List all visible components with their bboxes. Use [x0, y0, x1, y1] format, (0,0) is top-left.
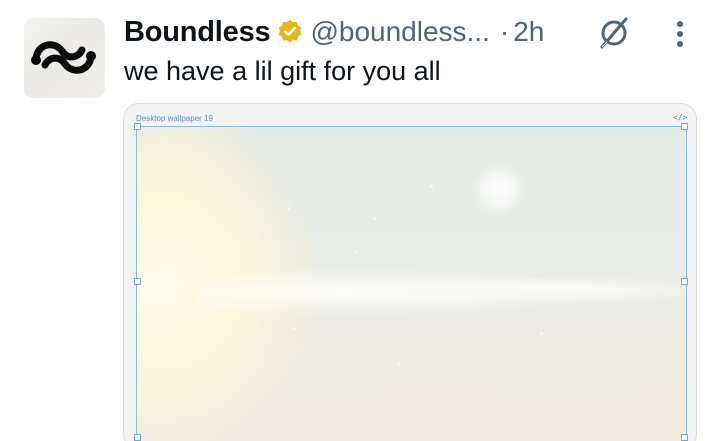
sparkle	[373, 217, 376, 220]
grok-icon[interactable]	[596, 16, 632, 50]
sparkle	[540, 332, 543, 335]
avatar[interactable]	[24, 18, 105, 98]
tweet[interactable]: Boundless @boundless... · 2h we have a l…	[0, 0, 720, 441]
more-vertical-icon[interactable]	[672, 18, 688, 50]
sparkle	[397, 363, 400, 366]
sparkle	[354, 250, 357, 253]
light-beam-tail	[397, 275, 686, 305]
resize-handle	[134, 123, 141, 130]
code-icon: </>	[673, 113, 688, 122]
wallpaper-image	[136, 126, 687, 441]
resize-handle	[681, 434, 688, 441]
separator-dot: ·	[499, 16, 510, 47]
timestamp[interactable]: 2h	[513, 16, 544, 48]
sparkle	[430, 185, 433, 188]
sparkle	[287, 207, 290, 210]
tweet-text: we have a lil gift for you all	[124, 56, 441, 86]
account-handle[interactable]: @boundless...	[310, 16, 489, 48]
tweet-media[interactable]: Desktop wallpaper 19 </>	[123, 103, 697, 441]
display-name[interactable]: Boundless	[124, 16, 271, 49]
resize-handle	[681, 123, 688, 130]
resize-handle	[134, 278, 141, 285]
resize-handle	[681, 278, 688, 285]
media-caption: Desktop wallpaper 19	[136, 114, 213, 123]
sparkle	[293, 327, 296, 330]
resize-handle	[134, 434, 141, 441]
boundless-logo-icon	[31, 41, 96, 74]
verified-badge-icon[interactable]	[276, 18, 304, 46]
tweet-header: Boundless @boundless... · 2h	[124, 12, 544, 52]
